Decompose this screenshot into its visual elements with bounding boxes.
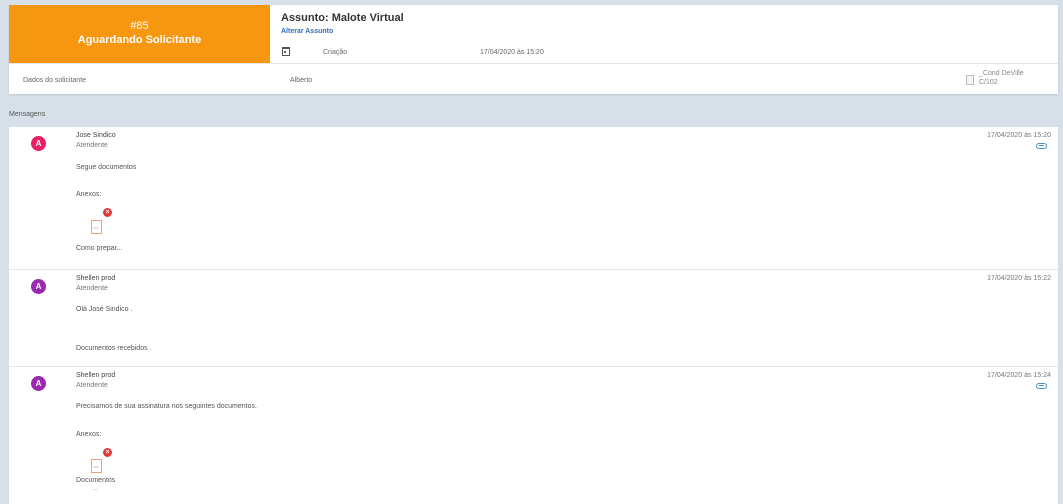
- condominium-unit: _Cond DeVille C/102: [979, 69, 1024, 87]
- creation-date: 17/04/2020 às 15:20: [480, 49, 544, 56]
- pdf-icon-text: PDF: [93, 226, 99, 230]
- message-date: 17/04/2020 às 15:24: [987, 372, 1051, 379]
- message-date: 17/04/2020 às 15:20: [987, 132, 1051, 139]
- header-divider: [9, 63, 1058, 64]
- paperclip-icon[interactable]: [1036, 383, 1047, 389]
- avatar: A: [31, 136, 46, 151]
- avatar: A: [31, 279, 46, 294]
- messages-panel: A Jose Sindico Atendente 17/04/2020 às 1…: [9, 127, 1058, 504]
- message-divider: [9, 366, 1058, 367]
- paperclip-icon[interactable]: [1036, 143, 1047, 149]
- message-role: Atendente: [76, 142, 108, 149]
- attachments-label: Anexos:: [76, 191, 102, 198]
- message-text: Documentos recebidos .: [76, 345, 152, 352]
- messages-section-label: Mensagens: [9, 111, 46, 118]
- unit-name: C/102: [979, 79, 998, 86]
- alter-subject-link[interactable]: Alterar Assunto: [281, 28, 333, 35]
- remove-attachment-icon[interactable]: ×: [103, 208, 112, 217]
- ticket-status-label: Aguardando Solicitante: [77, 34, 202, 46]
- avatar: A: [31, 376, 46, 391]
- ticket-header-card: #85 Aguardando Solicitante Assunto: Malo…: [9, 5, 1058, 94]
- pdf-icon-text: PDF: [93, 465, 99, 469]
- requester-data-label: Dados do solicitante: [23, 77, 87, 84]
- pdf-file-icon[interactable]: PDF: [91, 459, 102, 473]
- message-text: Segue documentos: [76, 164, 137, 171]
- message-author: Shellen prod: [76, 275, 116, 282]
- remove-attachment-icon[interactable]: ×: [103, 448, 112, 457]
- attachment-name[interactable]: Documentos: [76, 477, 115, 484]
- message-divider: [9, 269, 1058, 270]
- document-icon: [966, 75, 974, 85]
- message-text: Precisamos de sua assinatura nos seguint…: [76, 403, 257, 410]
- message-role: Atendente: [76, 285, 108, 292]
- creation-label: Criação: [323, 49, 348, 56]
- message-author: Shellen prod: [76, 372, 116, 379]
- attachment-name[interactable]: Como prepar...: [76, 245, 122, 252]
- pdf-file-icon[interactable]: PDF: [91, 220, 102, 234]
- attachment-name-more: ...: [92, 485, 98, 492]
- calendar-icon: [282, 47, 290, 56]
- requester-name: Alberto: [290, 77, 313, 84]
- message-date: 17/04/2020 às 15:22: [987, 275, 1051, 282]
- message-text: Olá José Sindico .: [76, 306, 133, 313]
- message-role: Atendente: [76, 382, 108, 389]
- message-author: Jose Sindico: [76, 132, 116, 139]
- condominium-name: _Cond DeVille: [979, 70, 1024, 77]
- subject-title: Assunto: Malote Virtual: [281, 12, 404, 24]
- attachments-label: Anexos:: [76, 431, 102, 438]
- ticket-status-box: #85 Aguardando Solicitante: [9, 5, 270, 63]
- ticket-number: #85: [130, 20, 149, 32]
